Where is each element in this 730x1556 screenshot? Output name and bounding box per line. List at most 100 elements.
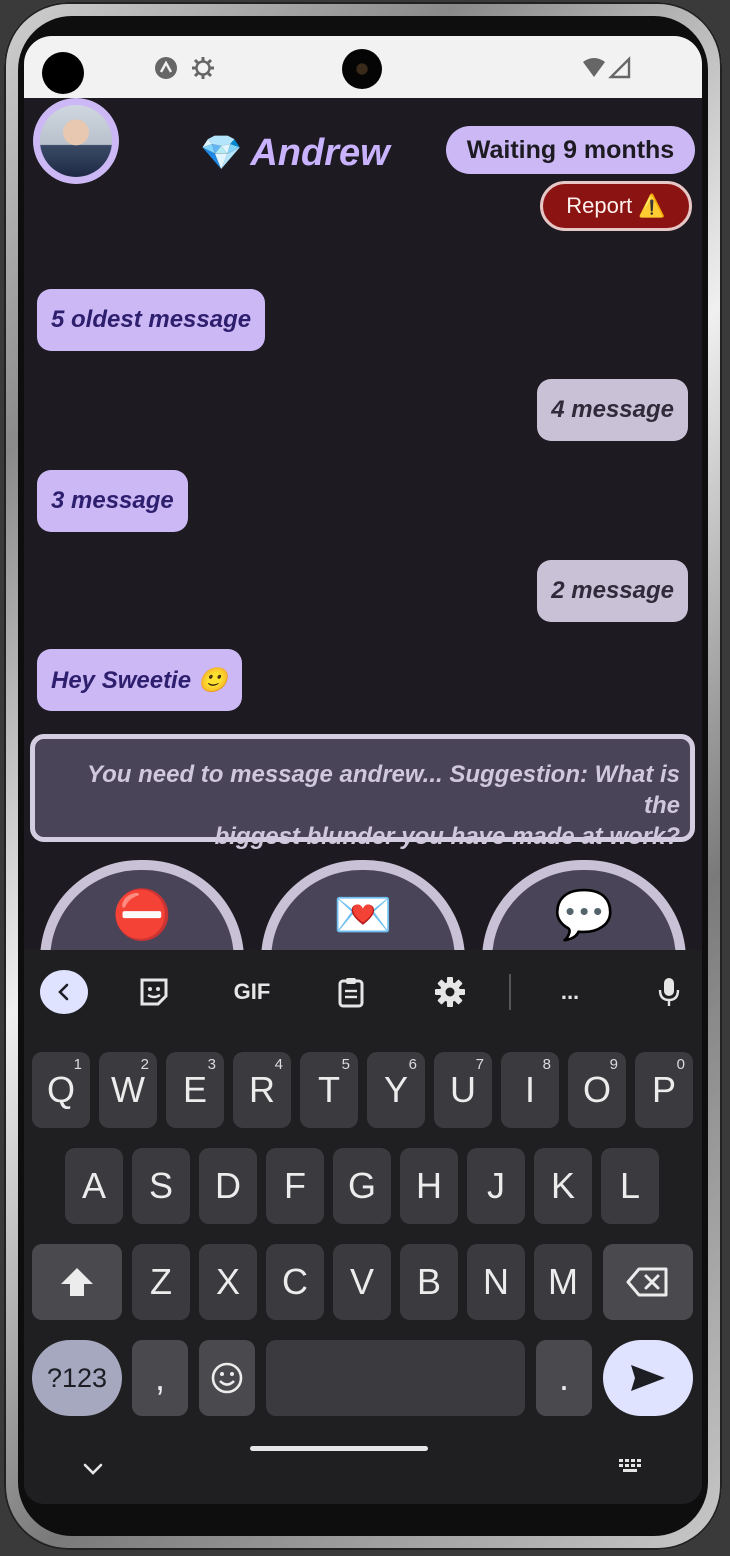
chevron-left-icon: [58, 983, 69, 1001]
wifi-icon: [583, 58, 605, 77]
key-hint: 5: [341, 1056, 350, 1073]
key-t[interactable]: T5: [300, 1052, 358, 1128]
send-arrow-icon: [631, 1365, 665, 1391]
key-j[interactable]: J: [467, 1148, 525, 1224]
key-r[interactable]: R4: [233, 1052, 291, 1128]
comma-key[interactable]: ,: [132, 1340, 188, 1416]
toolbar-divider: [509, 974, 511, 1010]
cellular-signal-icon: [608, 56, 631, 79]
suggestion-text-line1: You need to message andrew... Suggestion…: [87, 761, 680, 819]
keyboard-switch-icon[interactable]: [618, 1458, 646, 1478]
backspace-icon: [626, 1267, 668, 1297]
key-z[interactable]: Z: [132, 1244, 190, 1320]
message-bubble-received: Hey Sweetie 🙂: [37, 649, 242, 711]
microphone-icon: [658, 978, 680, 1006]
contact-name: Andrew: [250, 131, 390, 174]
more-options-button[interactable]: ...: [546, 970, 594, 1014]
key-hint: 4: [274, 1056, 283, 1073]
key-w[interactable]: W2: [99, 1052, 157, 1128]
key-b[interactable]: B: [400, 1244, 458, 1320]
key-p[interactable]: P0: [635, 1052, 693, 1128]
key-hint: 1: [73, 1056, 82, 1073]
key-u[interactable]: U7: [434, 1052, 492, 1128]
report-label: Report: [566, 193, 633, 218]
keyboard-settings-button[interactable]: [426, 970, 474, 1014]
key-hint: 0: [676, 1056, 685, 1073]
key-hint: 8: [542, 1056, 551, 1073]
key-q[interactable]: Q1: [32, 1052, 90, 1128]
key-label: T: [318, 1069, 340, 1110]
key-label: Y: [383, 1069, 408, 1110]
key-a[interactable]: A: [65, 1148, 123, 1224]
key-label: Q: [46, 1069, 75, 1110]
key-x[interactable]: X: [199, 1244, 257, 1320]
waiting-status-badge: Waiting 9 months: [446, 126, 695, 174]
key-label: O: [582, 1069, 611, 1110]
key-f[interactable]: F: [266, 1148, 324, 1224]
shift-arrow-icon: [61, 1268, 93, 1296]
settings-status-icon: [192, 57, 214, 79]
smiley-icon: [211, 1362, 243, 1394]
key-hint: 9: [609, 1056, 618, 1073]
key-label: W: [111, 1069, 145, 1110]
emoji-key[interactable]: [199, 1340, 255, 1416]
key-hint: 2: [140, 1056, 149, 1073]
key-g[interactable]: G: [333, 1148, 391, 1224]
front-camera: [342, 49, 382, 89]
love-letter-button[interactable]: 💌: [261, 860, 465, 960]
key-y[interactable]: Y6: [367, 1052, 425, 1128]
key-d[interactable]: D: [199, 1148, 257, 1224]
notification-dot: [42, 52, 84, 94]
key-n[interactable]: N: [467, 1244, 525, 1320]
key-label: I: [524, 1069, 535, 1110]
key-k[interactable]: K: [534, 1148, 592, 1224]
keyboard-back-button[interactable]: [40, 970, 88, 1014]
app-notification-icon: [155, 57, 177, 79]
key-h[interactable]: H: [400, 1148, 458, 1224]
key-e[interactable]: E3: [166, 1052, 224, 1128]
contact-title: 💎 Andrew: [200, 128, 390, 178]
status-bar: [24, 36, 702, 98]
symbols-key[interactable]: ?123: [32, 1340, 122, 1416]
block-button[interactable]: ⛔: [40, 860, 244, 960]
backspace-key[interactable]: [603, 1244, 693, 1320]
key-hint: 3: [207, 1056, 216, 1073]
voice-input-button[interactable]: [645, 970, 693, 1014]
clipboard-icon: [338, 978, 364, 1008]
soft-keyboard: GIF ... Q 1 W 2 E 3 R 4 T 5 Y 6 U 7 I 8 …: [24, 950, 702, 1504]
gem-icon: 💎: [200, 134, 243, 172]
warning-icon: ⚠️: [638, 193, 666, 218]
screen: 💎 Andrew Waiting 9 months Report ⚠️ 5 ol…: [24, 36, 702, 1504]
gear-icon: [435, 977, 465, 1007]
key-o[interactable]: O9: [568, 1052, 626, 1128]
home-gesture-handle[interactable]: [250, 1446, 428, 1451]
clipboard-button[interactable]: [327, 970, 375, 1014]
message-bubble-sent: 4 message: [537, 379, 688, 441]
sticker-button[interactable]: [130, 970, 178, 1014]
sticker-icon: [140, 978, 168, 1006]
send-key[interactable]: [603, 1340, 693, 1416]
suggestion-text-line2: biggest blunder you have made at work?: [214, 823, 680, 850]
key-label: U: [450, 1069, 476, 1110]
period-key[interactable]: .: [536, 1340, 592, 1416]
contact-avatar[interactable]: [33, 98, 119, 184]
message-bubble-sent: 2 message: [537, 560, 688, 622]
key-c[interactable]: C: [266, 1244, 324, 1320]
key-m[interactable]: M: [534, 1244, 592, 1320]
hide-keyboard-chevron-icon[interactable]: [82, 1462, 104, 1476]
shift-key[interactable]: [32, 1244, 122, 1320]
key-v[interactable]: V: [333, 1244, 391, 1320]
avatar-photo: [40, 105, 112, 177]
key-label: R: [249, 1069, 275, 1110]
chat-button[interactable]: 💬: [482, 860, 686, 960]
key-l[interactable]: L: [601, 1148, 659, 1224]
message-bubble-received: 3 message: [37, 470, 188, 532]
report-button[interactable]: Report ⚠️: [540, 181, 692, 231]
space-bar[interactable]: [266, 1340, 525, 1416]
key-s[interactable]: S: [132, 1148, 190, 1224]
key-i[interactable]: I8: [501, 1052, 559, 1128]
gif-button[interactable]: GIF: [228, 970, 276, 1014]
key-label: P: [651, 1069, 676, 1110]
key-label: E: [182, 1069, 207, 1110]
message-bubble-received: 5 oldest message: [37, 289, 266, 351]
